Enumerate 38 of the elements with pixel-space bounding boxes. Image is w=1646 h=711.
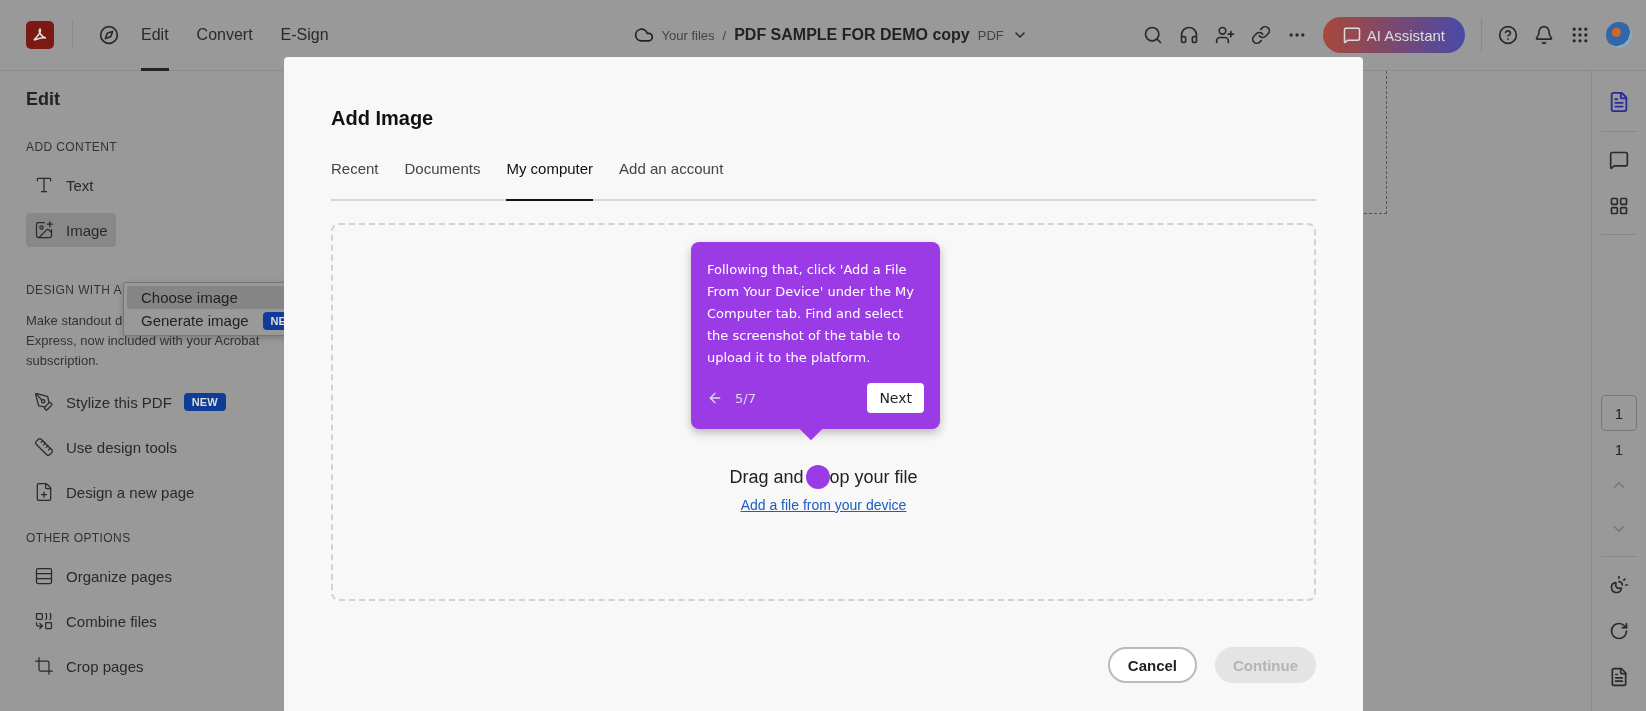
section-heading: OTHER OPTIONS <box>26 531 132 545</box>
dialog-tab[interactable]: Add an account <box>619 160 724 199</box>
breadcrumb-separator: / <box>722 27 727 43</box>
nav-tab[interactable]: Convert <box>196 0 253 71</box>
ai-assistant-button[interactable]: AI Assistant <box>1322 17 1465 53</box>
panel-title: Edit <box>26 89 61 110</box>
add-file-link[interactable]: Add a file from your device <box>740 497 907 513</box>
section-heading: DESIGN WITH A <box>26 283 123 297</box>
nav-tab[interactable]: Edit <box>141 0 169 71</box>
page-number-field[interactable]: 1 <box>1601 395 1637 431</box>
drop-text: Drag and <box>729 466 804 488</box>
breadcrumb-link[interactable]: Your files <box>661 27 715 43</box>
file-name: PDF SAMPLE FOR DEMO copy <box>734 26 970 44</box>
dialog-title: Add Image <box>331 107 435 130</box>
cancel-button[interactable]: Cancel <box>1107 647 1197 683</box>
file-type: PDF <box>977 27 1004 43</box>
tool-item[interactable]: Image <box>26 213 116 247</box>
tooltip-text: Following that, click 'Add a File From Your Device' under the My Computer tab. Find and select the screenshot of the table to upload it to the platform. <box>707 261 915 367</box>
dialog-tab[interactable]: My computer <box>506 160 594 199</box>
description-line: Make standout d <box>26 312 123 330</box>
tool-item[interactable]: Text <box>26 168 102 202</box>
dialog-tab[interactable]: Recent <box>331 160 379 199</box>
description-line: Express, now included with your Acrobat <box>26 332 260 350</box>
description-line: subscription. <box>26 352 99 370</box>
new-badge: NEW <box>183 393 226 411</box>
nav-tab[interactable]: E-Sign <box>280 0 329 71</box>
tool-item[interactable]: Design a new page <box>26 475 203 509</box>
dialog-tab[interactable]: Documents <box>404 160 481 199</box>
tool-item[interactable]: Organize pages <box>26 559 180 593</box>
tool-item[interactable]: Stylize this PDF NEW <box>26 385 234 419</box>
step-counter: 5/7 <box>735 390 757 406</box>
next-button[interactable]: Next <box>867 383 924 413</box>
tool-item[interactable]: Combine files <box>26 604 165 638</box>
tool-item[interactable]: Use design tools <box>26 430 185 464</box>
tool-item[interactable]: Crop pages <box>26 649 152 683</box>
drop-text: op your file <box>829 466 918 488</box>
section-heading: ADD CONTENT <box>26 140 119 154</box>
page-count: 1 <box>1614 441 1624 458</box>
